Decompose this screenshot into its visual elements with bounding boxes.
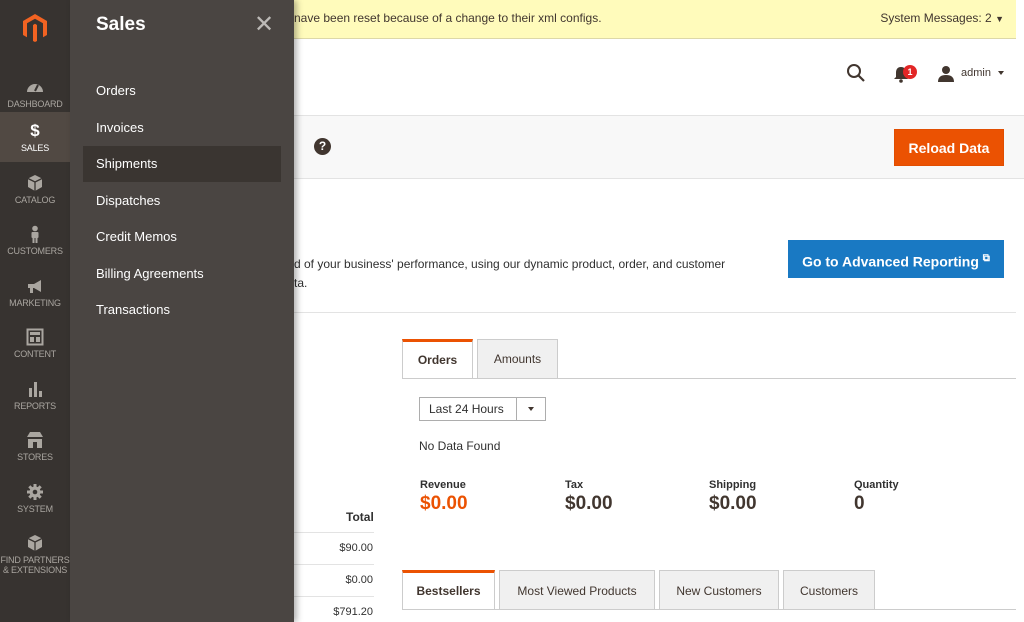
metric-quantity: Quantity 0 <box>854 479 899 515</box>
table-row-divider <box>294 532 374 533</box>
nav-item-sales[interactable]: $ SALES <box>0 112 70 162</box>
nav-label: SALES <box>20 143 50 153</box>
metric-value: 0 <box>854 493 865 514</box>
description-line: ta. <box>294 276 308 290</box>
nav-item-catalog[interactable]: CATALOG <box>0 164 70 214</box>
tab-amounts[interactable]: Amounts <box>477 339 558 379</box>
metric-value: $0.00 <box>420 493 468 514</box>
tab-most-viewed-products[interactable]: Most Viewed Products <box>499 570 655 610</box>
submenu-title: Sales <box>96 14 146 35</box>
caret-down-icon: ▼ <box>995 14 1004 24</box>
layout-icon <box>26 328 44 346</box>
advanced-reporting-label: Go to Advanced Reporting <box>802 253 979 270</box>
external-link-icon: ⧉ <box>982 253 990 264</box>
period-select-value: Last 24 Hours <box>429 402 504 416</box>
megaphone-icon <box>28 280 41 293</box>
metric-revenue: Revenue $0.00 <box>420 479 468 515</box>
tabs-underline <box>402 609 1016 610</box>
nav-item-reports[interactable]: REPORTS <box>0 370 70 420</box>
table-row-divider <box>294 564 374 565</box>
metric-value: $0.00 <box>709 493 757 514</box>
nav-label: CATALOG <box>14 195 56 205</box>
reload-data-button[interactable]: Reload Data <box>894 129 1004 166</box>
metric-label: Quantity <box>854 479 899 491</box>
system-message-text: nave been reset because of a change to t… <box>294 11 602 25</box>
close-icon[interactable]: ✕ <box>254 10 274 39</box>
nav-label: & EXTENSIONS <box>2 565 68 575</box>
bar-chart-icon <box>29 382 42 397</box>
submenu-item-credit-memos[interactable]: Credit Memos <box>83 219 281 255</box>
user-menu[interactable]: admin <box>961 67 991 79</box>
select-arrow[interactable] <box>516 398 545 420</box>
nav-label: CUSTOMERS <box>7 246 63 256</box>
table-cell-total: $0.00 <box>345 574 373 586</box>
person-icon <box>31 225 39 243</box>
metric-label: Tax <box>565 479 584 491</box>
caret-down-icon[interactable] <box>998 71 1004 75</box>
nav-item-content[interactable]: CONTENT <box>0 318 70 368</box>
column-header-total: Total <box>346 510 374 524</box>
nav-label: MARKETING <box>9 298 61 308</box>
nav-item-stores[interactable]: STORES <box>0 421 70 471</box>
magento-logo[interactable] <box>0 0 70 56</box>
nav-label: STORES <box>17 452 53 462</box>
metric-shipping: Shipping $0.00 <box>709 479 757 515</box>
nav-label: DASHBOARD <box>7 99 63 109</box>
tab-orders[interactable]: Orders <box>402 339 473 379</box>
advanced-reporting-button[interactable]: Go to Advanced Reporting ⧉ <box>788 240 1004 278</box>
gear-icon <box>27 484 43 500</box>
submenu-item-orders[interactable]: Orders <box>83 73 281 109</box>
dashboard-icon <box>27 84 43 92</box>
cube-icon <box>27 175 43 191</box>
description-line: d of your business' performance, using o… <box>294 257 726 271</box>
table-cell-total: $90.00 <box>339 542 373 554</box>
nav-item-find-partners[interactable]: FIND PARTNERS & EXTENSIONS <box>0 524 70 580</box>
nav-item-system[interactable]: SYSTEM <box>0 473 70 523</box>
submenu-item-shipments[interactable]: Shipments <box>83 146 281 182</box>
advanced-reporting-description: d of your business' performance, using o… <box>294 255 764 293</box>
system-messages-toggle[interactable]: System Messages: 2 ▼ <box>880 11 1004 25</box>
metric-tax: Tax $0.00 <box>565 479 613 515</box>
submenu-item-dispatches[interactable]: Dispatches <box>83 183 281 219</box>
no-data-message: No Data Found <box>419 439 501 453</box>
notification-badge: 1 <box>903 65 917 79</box>
tab-new-customers[interactable]: New Customers <box>659 570 779 610</box>
submenu-item-invoices[interactable]: Invoices <box>83 110 281 146</box>
table-row-divider <box>294 596 374 597</box>
caret-down-icon <box>528 407 534 411</box>
search-icon[interactable] <box>846 63 866 83</box>
store-icon <box>27 432 43 448</box>
tabs-underline <box>402 378 1016 379</box>
user-icon[interactable] <box>937 65 955 83</box>
submenu-item-transactions[interactable]: Transactions <box>83 292 281 328</box>
nav-item-marketing[interactable]: MARKETING <box>0 267 70 317</box>
dollar-icon: $ <box>30 121 40 140</box>
nav-label: SYSTEM <box>17 504 53 514</box>
admin-menu: DASHBOARD $ SALES CATALOG CUSTOMERS MARK… <box>0 0 70 622</box>
metric-label: Revenue <box>420 479 466 491</box>
nav-item-customers[interactable]: CUSTOMERS <box>0 215 70 265</box>
sales-submenu: Sales ✕ Orders Invoices Shipments Dispat… <box>70 0 294 622</box>
metric-label: Shipping <box>709 479 757 491</box>
section-divider <box>294 312 1016 313</box>
tab-customers[interactable]: Customers <box>783 570 875 610</box>
table-cell-total: $791.20 <box>333 606 373 618</box>
submenu-item-billing-agreements[interactable]: Billing Agreements <box>83 256 281 292</box>
metric-value: $0.00 <box>565 493 613 514</box>
system-message-bar: nave been reset because of a change to t… <box>294 0 1016 39</box>
nav-label: CONTENT <box>13 349 57 359</box>
tab-bestsellers[interactable]: Bestsellers <box>402 570 495 610</box>
nav-label: FIND PARTNERS <box>0 555 70 565</box>
system-messages-label: System Messages: 2 <box>880 11 992 25</box>
period-select[interactable]: Last 24 Hours <box>419 397 546 421</box>
nav-item-dashboard[interactable]: DASHBOARD <box>0 68 70 118</box>
box-icon <box>27 535 43 551</box>
nav-label: REPORTS <box>14 401 56 411</box>
help-icon[interactable]: ? <box>314 138 331 155</box>
